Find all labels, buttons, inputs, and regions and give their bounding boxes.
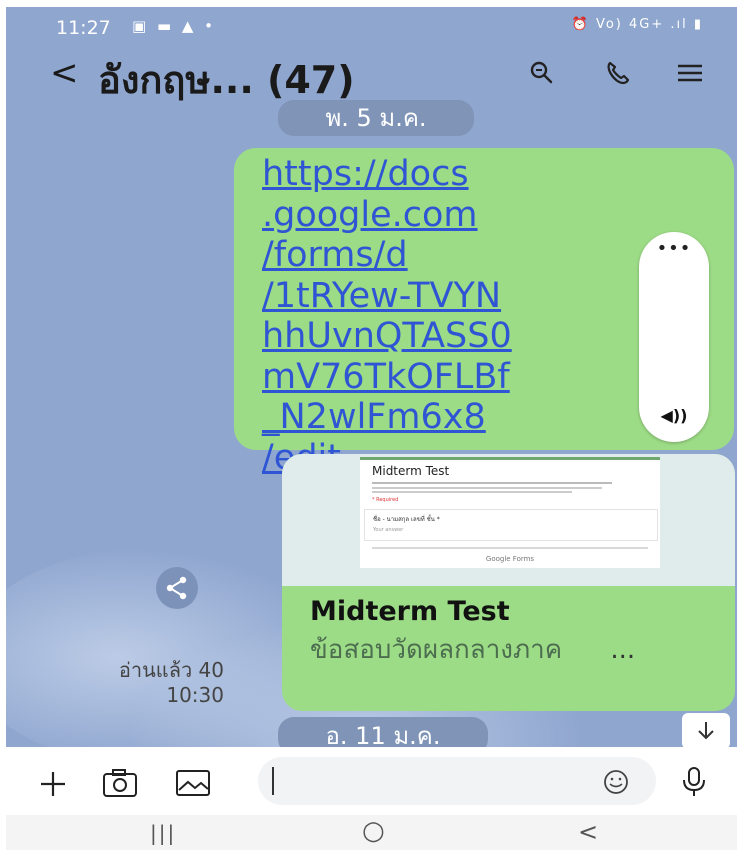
camera-icon[interactable] <box>101 767 139 799</box>
status-time: 11:27 <box>56 17 111 39</box>
share-button[interactable] <box>156 567 198 609</box>
form-question-box: ชื่อ - นามสกุล เลขที่ ชั้น * Your answer <box>364 509 658 541</box>
message-time: 10:30 <box>166 683 224 707</box>
system-nav-bar: ||| ○ < <box>6 815 737 850</box>
date-separator: พ. 5 ม.ค. <box>278 100 474 136</box>
form-title: Midterm Test <box>372 464 450 478</box>
link-line[interactable]: https://docs <box>262 154 662 195</box>
form-footer-line <box>372 547 648 549</box>
message-input-bar <box>6 747 737 815</box>
link-line[interactable]: _N2wlFm6x8 <box>262 397 662 438</box>
menu-icon[interactable] <box>674 57 706 89</box>
message-input[interactable] <box>258 757 656 805</box>
home-button[interactable]: ○ <box>362 816 385 846</box>
read-status: อ่านแล้ว 40 10:30 <box>46 658 224 708</box>
back-button[interactable]: < <box>50 53 79 93</box>
link-line[interactable]: hhUvnQTASS0 <box>262 316 662 357</box>
image-icon[interactable] <box>174 768 212 798</box>
card-title: Midterm Test <box>310 596 510 627</box>
message-link[interactable]: https://docs .google.com /forms/d /1tRYe… <box>262 154 662 478</box>
form-answer-placeholder: Your answer <box>373 527 404 533</box>
recent-apps-button[interactable]: ||| <box>150 821 176 845</box>
google-forms-logo: Google Forms <box>485 555 535 563</box>
search-icon[interactable] <box>526 57 558 89</box>
card-description: ข้อสอบวัดผลกลางภาค ... <box>310 632 710 668</box>
status-bar: 11:27 ▣ ▬ ▲ • ⏰ Vo) 4G+ .ıl ▮ <box>6 7 737 45</box>
form-preview-image[interactable]: Midterm Test * Required ชื่อ - นามสกุล เ… <box>282 454 735 586</box>
more-options-icon[interactable]: ••• <box>639 238 709 259</box>
card-description-text: ข้อสอบวัดผลกลางภาค <box>310 635 563 665</box>
volume-panel[interactable]: ••• ◀)) <box>639 232 709 442</box>
system-status-icons: ⏰ Vo) 4G+ .ıl ▮ <box>571 17 703 32</box>
link-line[interactable]: /forms/d <box>262 235 662 276</box>
link-line[interactable]: mV76TkOFLBf <box>262 357 662 398</box>
required-note: * Required <box>372 497 399 503</box>
form-question: ชื่อ - นามสกุล เลขที่ ชั้น * <box>373 516 440 523</box>
microphone-icon[interactable] <box>678 765 710 799</box>
share-icon <box>166 576 187 600</box>
plus-icon[interactable] <box>38 769 68 799</box>
system-back-button[interactable]: < <box>578 818 598 846</box>
link-line[interactable]: /1tRYew-TVYN <box>262 276 662 317</box>
speaker-icon[interactable]: ◀)) <box>639 406 709 425</box>
form-detail-line <box>372 482 612 484</box>
chat-screen: 11:27 ▣ ▬ ▲ • ⏰ Vo) 4G+ .ıl ▮ < อังกฤษ..… <box>6 7 737 850</box>
form-detail-line <box>372 491 572 493</box>
text-caret <box>272 767 274 795</box>
form-sheet: Midterm Test * Required ชื่อ - นามสกุล เ… <box>360 457 660 568</box>
form-detail-line <box>372 487 602 489</box>
arrow-down-icon <box>698 722 714 740</box>
notification-icons: ▣ ▬ ▲ • <box>132 17 217 35</box>
emoji-icon[interactable] <box>602 768 630 796</box>
form-preview-card[interactable]: Midterm Test * Required ชื่อ - นามสกุล เ… <box>282 454 735 711</box>
link-line[interactable]: .google.com <box>262 195 662 236</box>
chat-header: < อังกฤษ... (47) <box>6 45 737 107</box>
scroll-down-button[interactable] <box>682 713 730 749</box>
phone-call-icon[interactable] <box>602 57 634 89</box>
read-count: อ่านแล้ว 40 <box>118 658 224 682</box>
card-more: ... <box>610 635 636 665</box>
